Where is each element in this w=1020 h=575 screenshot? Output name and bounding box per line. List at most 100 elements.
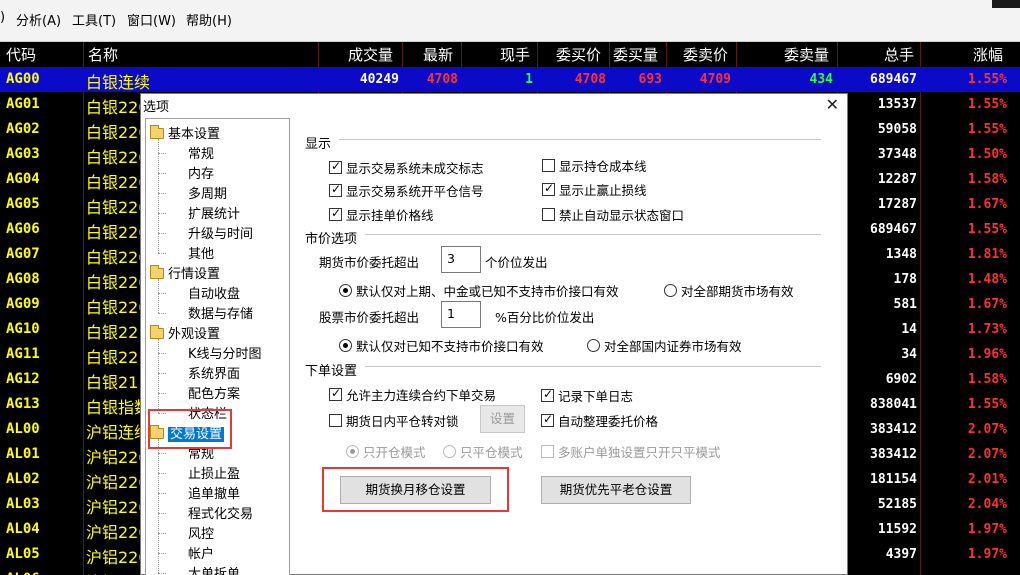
col-volume[interactable]: 成交量 [348,44,393,65]
tree-item-label: 自动收盘 [188,287,241,302]
tree-leaf-item[interactable]: 其他 [188,243,214,262]
table-row[interactable]: AG00 白银连续 40249 4708 1 4708 693 4709 434 689467 1.… [0,67,1020,92]
radio-dot[interactable] [587,339,600,352]
col-code[interactable]: 代码 [6,44,36,65]
settings-button-disabled[interactable]: 设置 [480,405,525,433]
cell-chg: 2.01% [967,472,1007,487]
folder-icon [150,125,164,139]
col-ask-price[interactable]: 委卖价 [683,44,728,65]
tree-connector [158,393,166,394]
cell-total: 6902 [885,372,917,387]
cell-total: 13537 [877,97,917,112]
tree-leaf-item[interactable]: 扩展统计 [188,203,240,222]
menu-item-partial[interactable]: ) [0,10,5,25]
radio-dot[interactable] [346,445,359,458]
tree-folder-item[interactable]: 行情设置 [168,263,220,282]
checkbox-intraday-lock[interactable]: 期货日内平仓转对锁 [329,411,459,430]
radio-dot[interactable] [443,445,456,458]
checkbox-box[interactable] [329,182,342,197]
col-last[interactable]: 最新 [423,44,453,65]
stock-percent-input[interactable]: 1 [441,301,481,328]
futures-rollover-button[interactable]: 期货换月移仓设置 [340,476,491,504]
tree-connector [158,213,166,214]
tree-leaf-item[interactable]: 程式化交易 [188,503,253,522]
tree-leaf-item[interactable]: 常规 [188,143,214,162]
col-bid-volume[interactable]: 委买量 [613,44,658,65]
menu-tools[interactable]: 工具(T) [72,10,116,29]
tree-leaf-item[interactable]: 多周期 [188,183,227,202]
checkbox-label: 允许主力连续合约下单交易 [346,388,497,403]
checkbox-box[interactable] [329,414,342,427]
cell-total: 14 [901,322,917,337]
checkbox-show-cost-line[interactable]: 显示持仓成本线 [542,156,647,175]
tree-leaf-item[interactable]: 止损止盈 [188,463,240,482]
checkbox-show-open-close-signal[interactable]: 显示交易系统开平仓信号 [329,181,484,200]
radio-futures-default[interactable]: 默认仅对上期、中金或已知不支持市价接口有效 [339,281,619,300]
tree-item-label: 常规 [188,447,215,462]
checkbox-box[interactable] [542,208,555,221]
tree-leaf-item[interactable]: 帐户 [188,543,214,562]
radio-stock-all[interactable]: 对全部国内证券市场有效 [587,336,742,355]
checkbox-box[interactable] [541,387,554,402]
tree-item-label: 帐户 [188,547,215,562]
close-icon[interactable]: ✕ [826,95,839,114]
tree-leaf-item[interactable]: K线与分时图 [188,343,262,362]
checkbox-box[interactable] [329,386,342,401]
checkbox-label: 期货日内平仓转对锁 [346,414,459,429]
checkbox-allow-main-continuous[interactable]: 允许主力连续合约下单交易 [329,385,496,404]
tree-connector [158,193,166,194]
checkbox-show-unfilled-mark[interactable]: 显示交易系统未成交标志 [329,158,484,177]
checkbox-auto-arrange-price[interactable]: 自动整理委托价格 [541,411,658,430]
checkbox-show-stop-lines[interactable]: 显示止赢止损线 [542,180,647,199]
tree-folder-item[interactable]: 外观设置 [168,323,220,342]
cell-last: 4708 [426,72,458,87]
checkbox-record-order-log[interactable]: 记录下单日志 [541,386,633,405]
col-current-hand[interactable]: 现手 [500,44,530,65]
tree-leaf-item[interactable]: 系统界面 [188,363,240,382]
cell-chg: 1.55% [967,397,1007,412]
checkbox-box[interactable] [329,206,342,221]
menu-window[interactable]: 窗口(W) [127,10,176,29]
checkbox-multi-account-mode[interactable]: 多账户单独设置只开只平模式 [541,442,721,461]
checkbox-show-order-price-line[interactable]: 显示挂单价格线 [329,205,434,224]
cell-code: AL04 [6,521,40,537]
radio-stock-default[interactable]: 默认仅对已知不支持市价接口有效 [339,336,544,355]
checkbox-box[interactable] [542,159,555,172]
col-ask-volume[interactable]: 委卖量 [784,44,829,65]
tree-leaf-item[interactable]: 风控 [188,523,214,542]
radio-dot[interactable] [339,284,352,297]
col-change[interactable]: 涨幅 [973,44,1003,65]
window-edge [992,0,1020,8]
radio-label: 默认仅对已知不支持市价接口有效 [356,339,544,354]
checkbox-box[interactable] [542,181,555,196]
tree-leaf-item[interactable]: 大单拆单 [188,563,240,575]
cell-chg: 1.67% [967,297,1007,312]
tree-leaf-item[interactable]: 自动收盘 [188,283,240,302]
radio-futures-all[interactable]: 对全部期货市场有效 [664,281,794,300]
col-name[interactable]: 名称 [88,44,118,65]
futures-close-old-first-button[interactable]: 期货优先平老仓设置 [541,476,691,504]
checkbox-box[interactable] [541,412,554,427]
tree-leaf-item[interactable]: 升级与时间 [188,223,253,242]
settings-tree: 基本设置 常规 内存 多周期 扩展统计 升级与时间 其他 行情设置 自动收盘 数据与存储 外观设置 K… [145,118,290,575]
col-total[interactable]: 总手 [884,44,914,65]
menu-help[interactable]: 帮助(H) [186,10,232,29]
checkbox-box[interactable] [541,445,554,458]
radio-dot[interactable] [339,339,352,352]
cell-askvol: 434 [809,72,833,87]
radio-open-only[interactable]: 只开仓模式 [346,442,426,461]
checkbox-box[interactable] [329,159,342,174]
menu-analysis[interactable]: 分析(A) [16,10,61,29]
radio-dot[interactable] [664,284,677,297]
checkbox-disable-status-window[interactable]: 禁止自动显示状态窗口 [542,205,684,224]
tree-folder-item[interactable]: 基本设置 [168,123,220,142]
col-bid-price[interactable]: 委买价 [556,44,601,65]
tree-leaf-item[interactable]: 数据与存储 [188,303,253,322]
tree-leaf-item[interactable]: 内存 [188,163,214,182]
tree-connector [158,573,166,574]
cell-total: 181154 [870,472,917,487]
radio-close-only[interactable]: 只平仓模式 [443,442,523,461]
tree-leaf-item[interactable]: 配色方案 [188,383,240,402]
futures-ticks-input[interactable]: 3 [441,246,481,273]
tree-leaf-item[interactable]: 追单撤单 [188,483,240,502]
